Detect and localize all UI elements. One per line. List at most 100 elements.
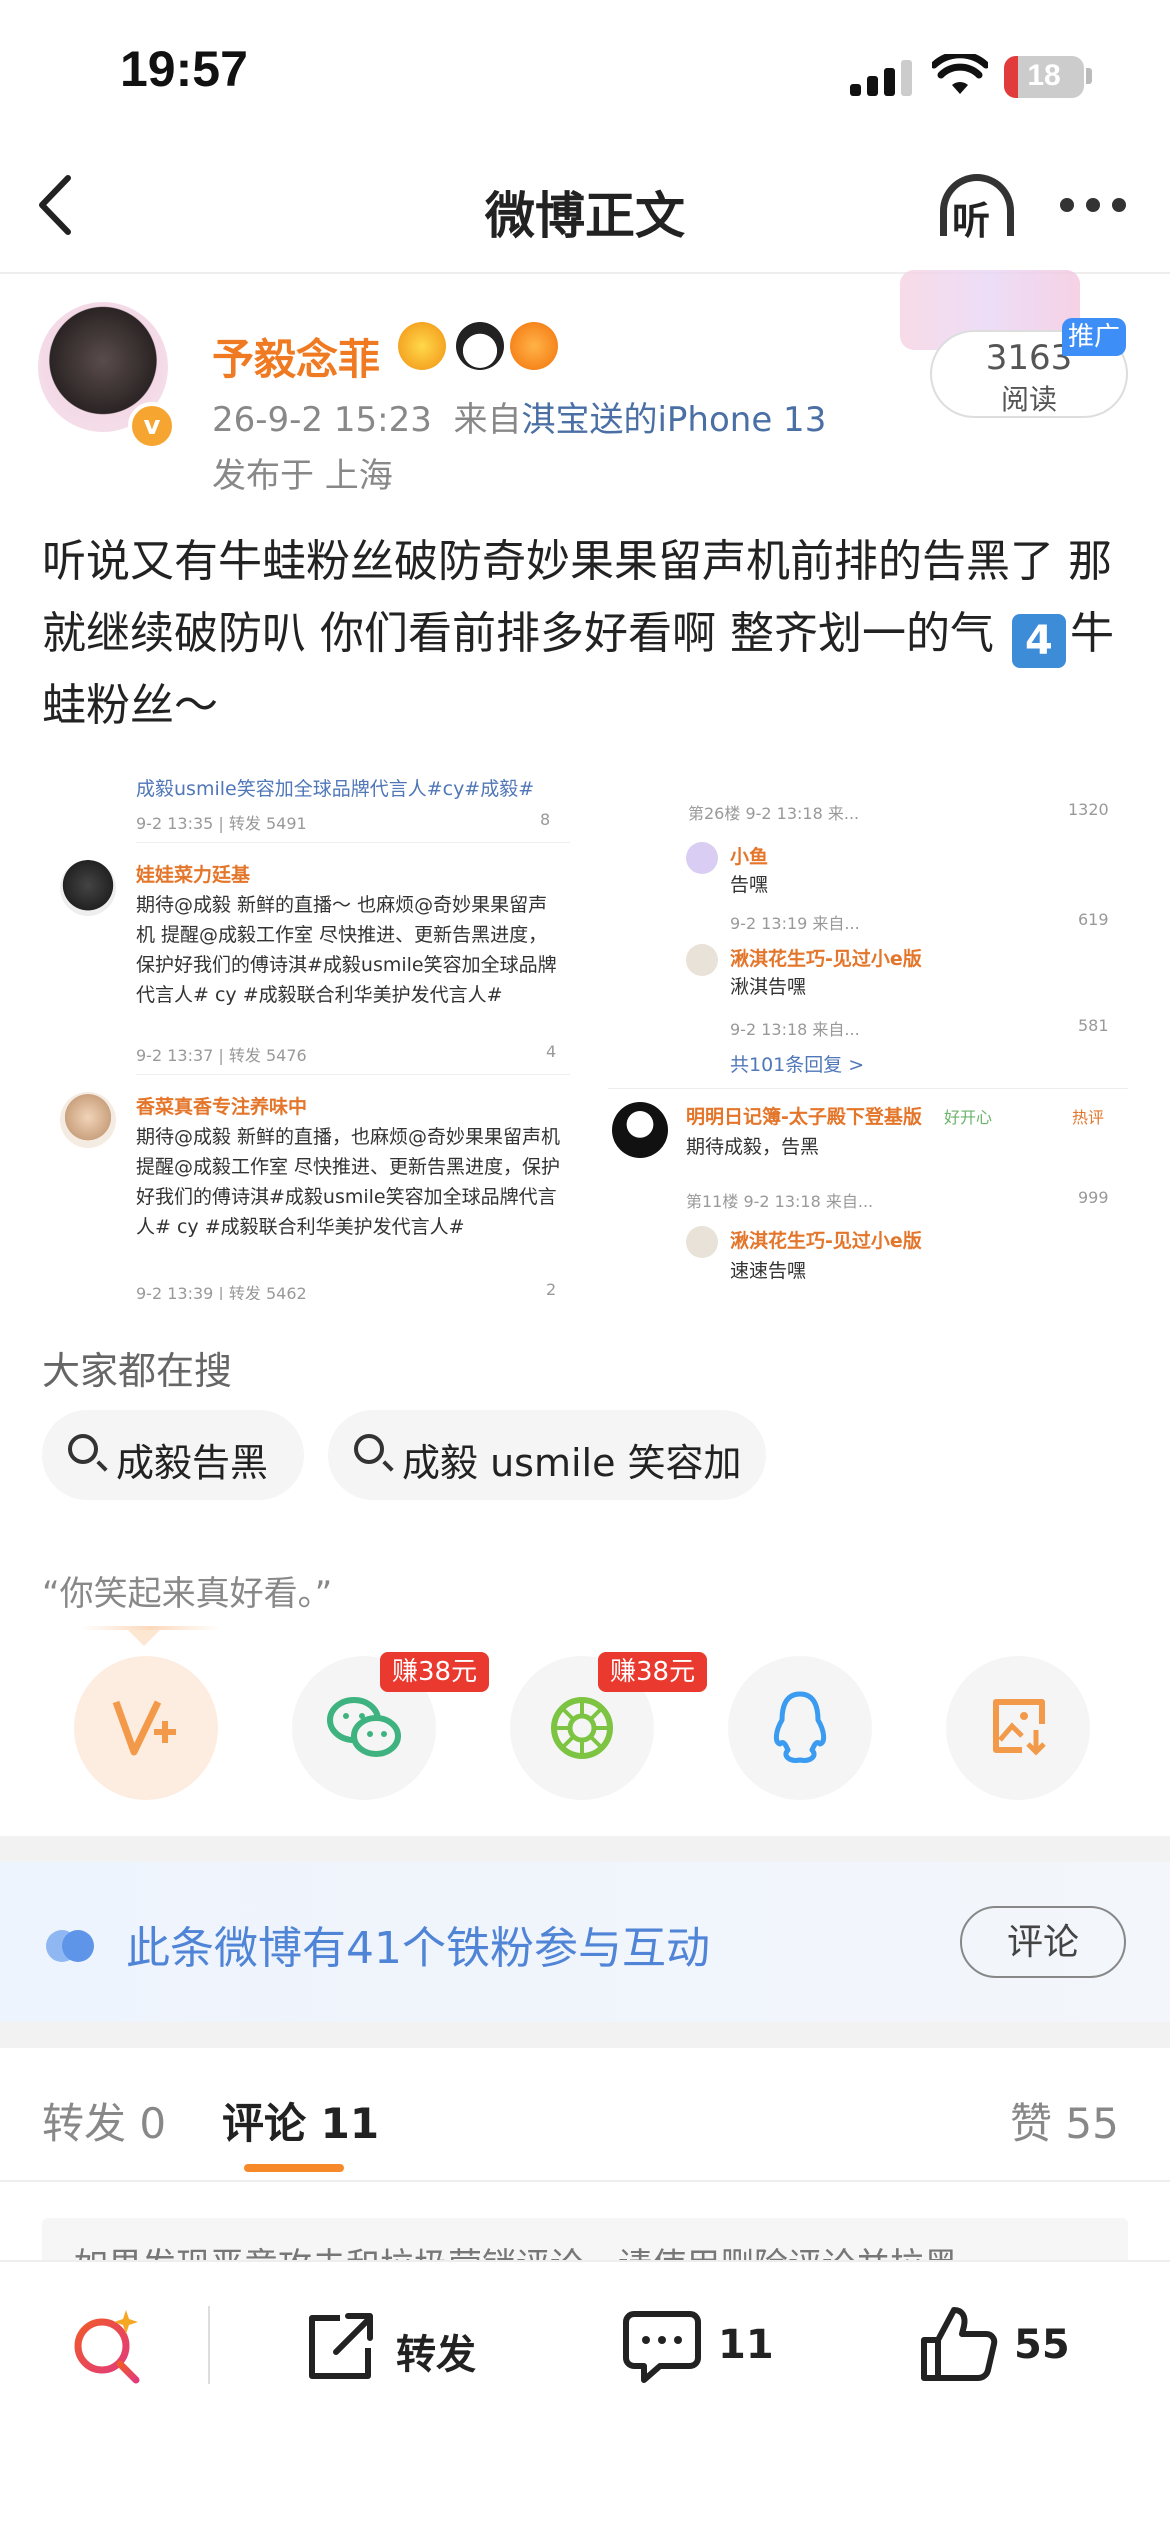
post-text-main: 听说又有牛蛙粉丝破防奇妙果果留声机前排的告黑了 那就继续破防叭 你们看前排多好看… [42,536,1112,659]
comment-text: 速速告嘿 [730,1260,807,1282]
commenter-avatar [686,1226,718,1258]
image-meta: 9-2 13:35 | 转发 5491 [136,814,307,833]
fish-emoji-icon [510,322,558,370]
image-likes: 8 [540,810,551,829]
tab-repost[interactable]: 转发 0 [42,2090,166,2151]
comment-count[interactable]: 11 [718,2322,774,2368]
comment-meta: 9-2 13:19 来自... [730,914,860,933]
search-chip[interactable]: 成毅 usmile 笑容加 [328,1410,766,1500]
commenter-name: 湫淇花生巧-见过小e版 [730,1230,922,1252]
comment-meta: 9-2 13:39 | 转发 5462 [136,1284,307,1300]
more-replies-link: 共101条回复 > [730,1054,865,1076]
post-source[interactable]: 淇宝送的iPhone 13 [521,400,826,440]
comment-icon[interactable] [620,2306,704,2390]
commenter-avatar [686,842,718,874]
search-chip[interactable]: 成毅告黑 [42,1410,304,1500]
more-icon[interactable] [1060,198,1130,214]
source-prefix: 来自 [453,400,522,440]
search-chip-label: 成毅 usmile 笑容加 [402,1441,742,1485]
image-hashtag: 成毅usmile笑容加全球品牌代言人#cy#成毅# [136,778,535,800]
active-tab-indicator [244,2164,344,2172]
post-image-right[interactable]: 第26楼 9-2 13:18 来... 1320 小鱼 告嘿 9-2 13:19… [608,760,1128,1300]
cellular-signal-icon [850,60,912,96]
post-image-left[interactable]: 成毅usmile笑容加全球品牌代言人#cy#成毅# 9-2 13:35 | 转发… [50,760,570,1300]
comment-text: 期待@成毅 新鲜的直播～ 也麻烦@奇妙果果留声机 提醒@成毅工作室 尽快推进、更… [136,894,557,1006]
fans-banner-text: 此条微博有41个铁粉参与互动 [126,1923,710,1974]
search-icon [68,1434,98,1464]
commenter-name: 明明日记簿-太子殿下登基版 [686,1106,922,1128]
commenter-avatar [60,1092,116,1148]
commenter-avatar [612,1102,668,1158]
comment-likes: 581 [1078,1016,1109,1035]
tab-divider [0,2180,1170,2182]
comment-text: 湫淇告嘿 [730,976,807,998]
share-weibo-button[interactable] [74,1656,218,1800]
earn-badge: 赚38元 [380,1652,490,1692]
comment-text: 期待@成毅 新鲜的直播，也麻烦@奇妙果果留声机 提醒@成毅工作室 尽快推进、更新… [136,1126,561,1238]
tab-like[interactable]: 赞 55 [1010,2090,1119,2151]
comment-likes: 2 [546,1280,557,1299]
comment-likes: 999 [1078,1188,1109,1207]
comment-likes: 4 [546,1042,557,1061]
image-meta: 第26楼 9-2 13:18 来... [688,804,860,823]
trending-search-title: 大家都在搜 [42,1349,233,1393]
image-divider [136,1074,570,1075]
like-icon[interactable] [916,2302,1000,2390]
section-gap [0,1836,1170,1862]
post-meta: 26-9-2 15:23 来自淇宝送的iPhone 13 [212,392,826,441]
wifi-icon [930,51,990,96]
panda-emoji-icon [456,322,504,370]
post-time: 26-9-2 15:23 [212,400,432,440]
commenter-name: 湫淇花生巧-见过小e版 [730,948,922,970]
repost-icon[interactable] [300,2306,380,2390]
search-icon [354,1434,384,1464]
battery-level: 18 [1027,59,1061,92]
author-name[interactable]: 予毅念菲 [212,326,380,387]
like-count[interactable]: 55 [1014,2322,1070,2368]
comment-text: 告嘿 [730,874,769,896]
comment-meta: 第11楼 9-2 13:18 来自... [686,1192,874,1211]
super-search-icon[interactable] [66,2304,150,2392]
crown-emoji-icon [398,322,446,370]
battery-icon: 18 [1004,56,1084,98]
commenter-badge: 好开心 [944,1108,993,1127]
verified-badge-icon: v [128,402,176,450]
moments-icon [551,1697,613,1759]
image-likes: 1320 [1068,800,1109,819]
bottom-separator [208,2306,210,2384]
comment-button[interactable]: 评论 [960,1906,1126,1978]
commenter-avatar [60,860,116,916]
comment-meta: 9-2 13:37 | 转发 5476 [136,1046,307,1065]
commenter-name: 香菜真香专注养味中 [136,1096,308,1118]
search-chip-label: 成毅告黑 [116,1441,269,1485]
comment-likes: 619 [1078,910,1109,929]
image-divider [136,842,570,843]
listen-button[interactable]: 听 [938,170,1020,243]
quote-pointer [128,1630,160,1646]
commenter-name: 小鱼 [730,846,769,868]
number-four-emoji-icon: 4 [1011,614,1066,668]
post-location: 发布于 上海 [212,456,393,496]
battery-tip [1086,68,1092,84]
comment-meta: 9-2 13:18 来自... [730,1020,860,1039]
listen-label: 听 [952,199,991,243]
qq-icon [773,1691,827,1763]
fans-icon [46,1930,96,1962]
promo-badge[interactable]: 推广 [1062,318,1126,356]
status-time: 19:57 [120,41,248,97]
commenter-avatar [686,944,718,976]
hot-comment-tag: 热评 [1072,1108,1105,1127]
section-gap [0,2022,1170,2048]
comment-text: 期待成毅，告黑 [686,1136,820,1158]
wechat-icon [327,1697,401,1757]
tab-comment[interactable]: 评论 11 [222,2090,379,2151]
read-label: 阅读 [1000,383,1057,416]
weibo-repost-icon [112,1700,176,1756]
share-qq-button[interactable] [728,1656,872,1800]
earn-badge: 赚38元 [598,1652,708,1692]
image-divider [608,1088,1128,1089]
post-text: 听说又有牛蛙粉丝破防奇妙果果留声机前排的告黑了 那就继续破防叭 你们看前排多好看… [42,526,1142,742]
repost-label[interactable]: 转发 [396,2322,476,2380]
save-image-button[interactable] [946,1656,1090,1800]
share-quote: “你笑起来真好看。” [42,1574,333,1614]
